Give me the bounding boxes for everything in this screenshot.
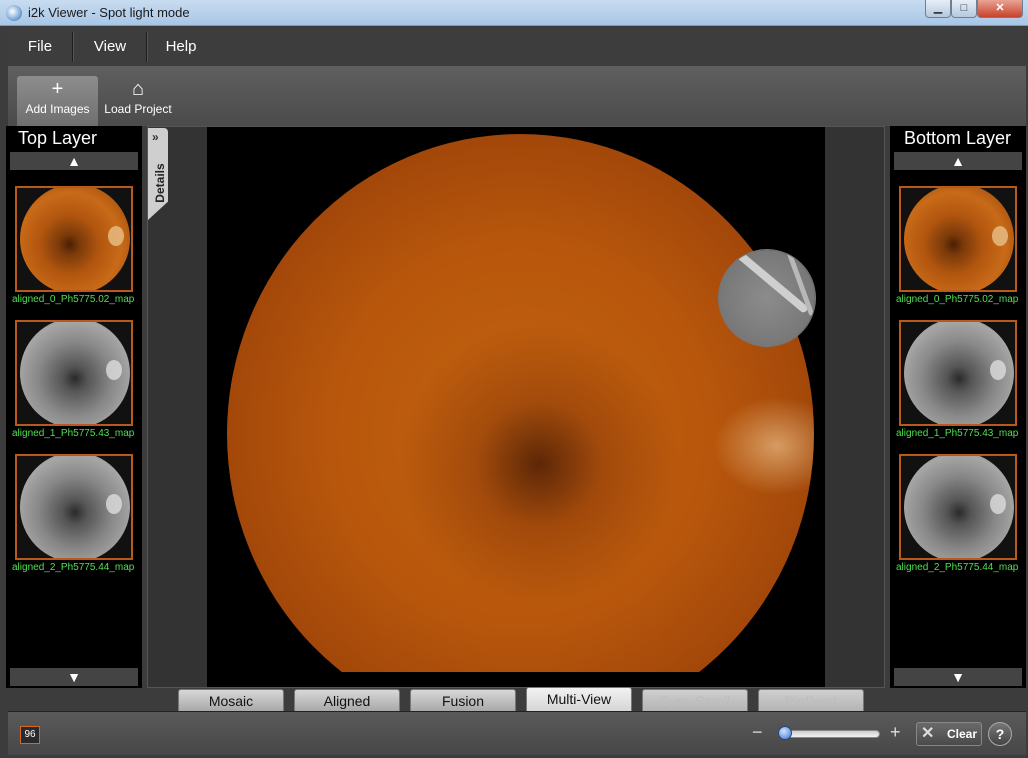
fundus-clip (207, 127, 825, 672)
clear-button[interactable]: ✕ Clear (916, 722, 982, 746)
spotlight-lens[interactable] (719, 250, 815, 346)
maximize-button[interactable]: □ (951, 0, 977, 18)
fundus-color-thumbnail-image (20, 188, 130, 290)
fundus-gray-thumbnail-image (904, 322, 1014, 424)
top-layer-thumbnail[interactable]: aligned_1_Ph5775.43_map (6, 316, 142, 444)
tab-fusion[interactable]: Fusion (410, 689, 516, 711)
minimize-button[interactable]: ▁ (925, 0, 951, 18)
thumbnail-label: aligned_0_Ph5775.02_map (12, 294, 135, 305)
clear-x-icon: ✕ (921, 725, 935, 742)
clear-button-label: Clear (947, 727, 978, 741)
bottom-layer-panel: Bottom Layer ▲ aligned_0_Ph5775.02_map a… (890, 126, 1026, 688)
bottom-layer-thumbnail[interactable]: aligned_1_Ph5775.43_map (890, 316, 1026, 444)
menu-help[interactable]: Help (148, 28, 214, 66)
zoom-in-icon[interactable]: + (890, 722, 901, 743)
fundus-gray-thumbnail-image (20, 456, 130, 558)
bottom-layer-scroll-up-button[interactable]: ▲ (894, 152, 1022, 170)
tab-pinpoint[interactable]: PinPoint (758, 689, 864, 711)
thumbnail-label: aligned_0_Ph5775.02_map (896, 294, 1019, 305)
thumbnail-label: aligned_2_Ph5775.44_map (12, 562, 135, 573)
close-button[interactable]: ✕ (977, 0, 1023, 18)
house-icon: ⌂ (131, 78, 145, 100)
zoom-slider-track[interactable] (780, 730, 880, 738)
zoom-slider-handle[interactable] (778, 726, 792, 740)
tab-multi-view[interactable]: Multi-View (526, 687, 632, 711)
top-layer-panel: Top Layer ▲ aligned_0_Ph5775.02_map alig… (6, 126, 142, 688)
fundus-gray-thumbnail-image (20, 322, 130, 424)
window-title: i2k Viewer - Spot light mode (28, 5, 190, 20)
fundus-image (227, 134, 814, 672)
status-bar: 96 − + ✕ Clear ? (8, 711, 1026, 755)
thumbnail-frame (15, 320, 133, 426)
load-project-label: Load Project (104, 102, 172, 116)
top-layer-scroll-up-button[interactable]: ▲ (10, 152, 138, 170)
thumbnail-frame (899, 320, 1017, 426)
menu-view[interactable]: View (74, 28, 146, 66)
menu-bar: File View Help (8, 28, 1026, 66)
toolbar: + Add Images ⌂ Load Project (8, 66, 1026, 126)
menu-file[interactable]: File (8, 28, 72, 66)
fundus-gray-thumbnail-image (904, 456, 1014, 558)
app-icon (6, 5, 22, 21)
load-project-button[interactable]: ⌂ Load Project (100, 76, 176, 126)
add-images-label: Add Images (25, 102, 90, 116)
top-layer-thumbnail[interactable]: aligned_0_Ph5775.02_map (6, 182, 142, 310)
view-mode-tabs: Mosaic Aligned Fusion Multi-View Sync Sc… (178, 687, 878, 711)
tab-sync-scroll[interactable]: Sync Scroll (642, 689, 748, 711)
plus-icon: + (51, 78, 64, 100)
bottom-layer-thumbnail[interactable]: aligned_2_Ph5775.44_map (890, 450, 1026, 578)
thumbnail-label: aligned_1_Ph5775.43_map (12, 428, 135, 439)
thumbnail-frame (15, 454, 133, 560)
bottom-layer-scroll-down-button[interactable]: ▼ (894, 668, 1022, 686)
thumbnail-frame (15, 186, 133, 292)
thumbnail-frame (899, 454, 1017, 560)
add-images-button[interactable]: + Add Images (17, 76, 98, 126)
viewer-canvas[interactable] (207, 127, 825, 687)
tab-mosaic[interactable]: Mosaic (178, 689, 284, 711)
thumbnail-frame (899, 186, 1017, 292)
bottom-layer-thumbnail[interactable]: aligned_0_Ph5775.02_map (890, 182, 1026, 310)
thumbnail-label: aligned_2_Ph5775.44_map (896, 562, 1019, 573)
top-layer-scroll-down-button[interactable]: ▼ (10, 668, 138, 686)
thumbnail-label: aligned_1_Ph5775.43_map (896, 428, 1019, 439)
top-layer-thumbnail[interactable]: aligned_2_Ph5775.44_map (6, 450, 142, 578)
title-bar: i2k Viewer - Spot light mode ▁ □ ✕ (0, 0, 1028, 26)
zoom-out-icon[interactable]: − (752, 722, 763, 743)
tab-aligned[interactable]: Aligned (294, 689, 400, 711)
help-button[interactable]: ? (988, 722, 1012, 746)
image-viewer[interactable] (147, 126, 885, 688)
bottom-layer-title: Bottom Layer (890, 126, 1026, 150)
i2k-viewer-window: i2k Viewer - Spot light mode ▁ □ ✕ File … (0, 0, 1028, 758)
details-tab-label: Details (153, 163, 167, 203)
zoom-value-box[interactable]: 96 (20, 726, 40, 744)
top-layer-title: Top Layer (6, 126, 142, 150)
chevron-right-icon: » (152, 130, 159, 144)
fundus-color-thumbnail-image (904, 188, 1014, 290)
